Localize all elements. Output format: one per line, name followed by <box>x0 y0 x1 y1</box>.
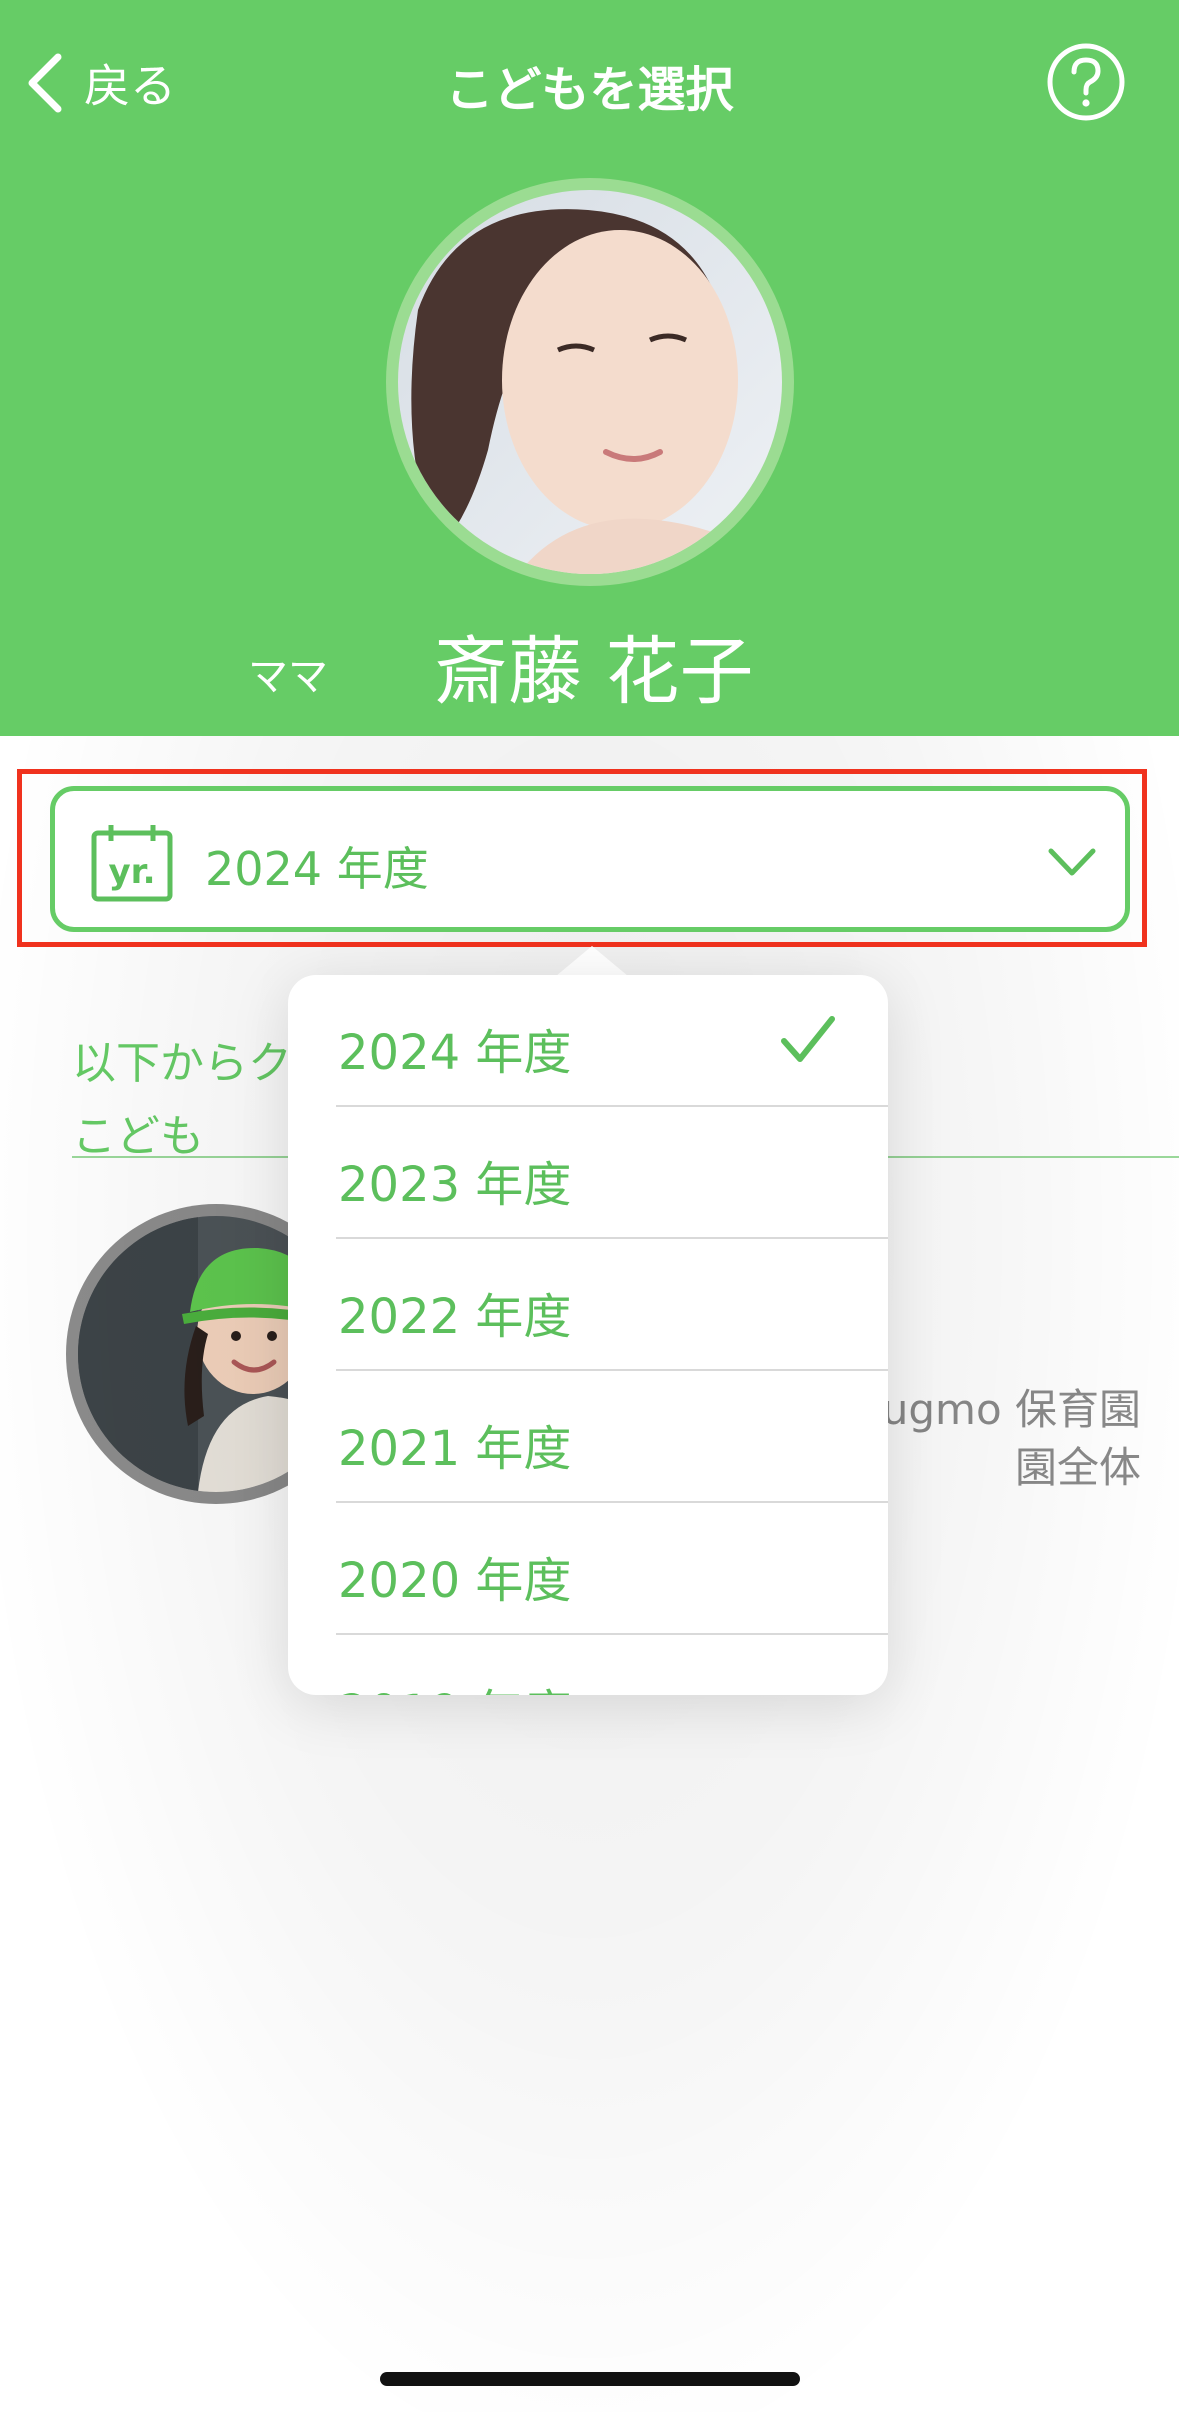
child-school-name: ugmo 保育園 <box>881 1385 1141 1434</box>
year-option-label: 2021 年度 <box>338 1421 572 1477</box>
question-circle-icon <box>1047 43 1125 121</box>
year-option-label: 2020 年度 <box>338 1553 572 1609</box>
year-option-2023[interactable]: 2023 年度 <box>288 1107 888 1239</box>
year-option-label: 2022 年度 <box>338 1289 572 1345</box>
year-option-label: 2019 年度 <box>338 1673 571 1695</box>
year-option-label: 2023 年度 <box>338 1157 572 1213</box>
help-button[interactable] <box>1046 42 1126 122</box>
year-option-2021[interactable]: 2021 年度 <box>288 1371 888 1503</box>
year-option-2024[interactable]: 2024 年度 <box>288 975 888 1107</box>
profile-header: 戻る こどもを選択 ママ 斎藤 花子 <box>0 0 1179 736</box>
year-option-2020[interactable]: 2020 年度 <box>288 1503 888 1635</box>
child-class-name: 園全体 <box>1014 1443 1141 1492</box>
instruction-text: 以下からク <box>72 1038 292 1089</box>
year-option-label: 2024 年度 <box>338 1025 572 1081</box>
parent-name: 斎藤 花子 <box>434 629 754 715</box>
highlight-annotation <box>17 769 1147 947</box>
section-label: こども <box>72 1111 204 1162</box>
year-options-popover: 2024 年度 2023 年度 2022 年度 2021 年度 2020 年度 … <box>288 975 888 1695</box>
year-option-2022[interactable]: 2022 年度 <box>288 1239 888 1371</box>
parent-avatar <box>398 190 782 574</box>
page-title: こどもを選択 <box>445 62 734 118</box>
popover-arrow <box>556 946 628 976</box>
home-indicator[interactable] <box>380 2372 800 2386</box>
year-option-2019[interactable]: 2019 年度 <box>288 1635 888 1695</box>
child-select-screen: 戻る こどもを選択 ママ 斎藤 花子 以下からク こども ugmo 保育園 園全… <box>0 0 1179 2412</box>
checkmark-icon <box>780 1015 836 1065</box>
role-label: ママ <box>248 654 328 700</box>
